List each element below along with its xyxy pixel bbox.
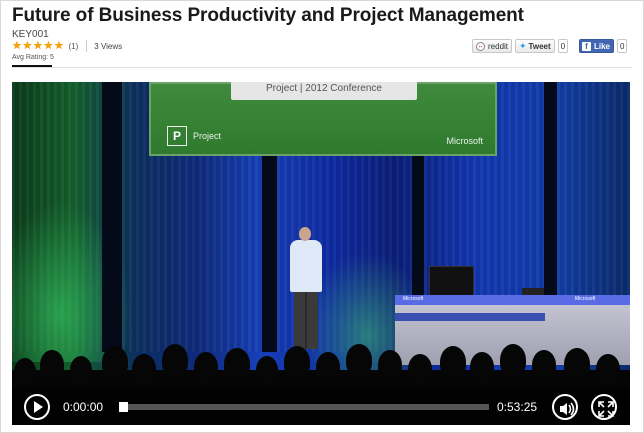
audience-head — [564, 348, 590, 380]
speaker-head — [299, 227, 311, 241]
stage-screen: Project | 2012 Conference P Project Micr… — [149, 82, 497, 156]
rating-stars[interactable]: ★ ★ ★ ★ ★ — [12, 41, 65, 52]
audience-head — [532, 350, 556, 380]
page-frame: Future of Business Productivity and Proj… — [0, 0, 644, 433]
audience-head — [102, 346, 128, 378]
facebook-like-button[interactable]: f Like — [579, 39, 615, 53]
screen-product: Project — [193, 131, 222, 141]
audience-head — [224, 348, 250, 380]
reddit-share: reddit — [472, 39, 513, 53]
audience-head — [470, 352, 494, 382]
reddit-alien-icon — [476, 41, 485, 51]
header-divider — [12, 67, 632, 68]
page-title: Future of Business Productivity and Proj… — [12, 5, 524, 26]
tweet-button[interactable]: ✦ Tweet — [515, 39, 555, 53]
fullscreen-icon — [598, 401, 614, 417]
like-label: Like — [594, 41, 611, 51]
fullscreen-button[interactable] — [591, 394, 617, 420]
audience-head — [162, 344, 188, 376]
audience-head — [132, 354, 156, 384]
stage-pillar — [102, 82, 122, 352]
reddit-label: reddit — [488, 41, 509, 51]
audience-head — [596, 354, 620, 384]
rating-count: (1) — [68, 41, 79, 51]
video-player[interactable]: Project | 2012 Conference P Project Micr… — [12, 82, 630, 425]
star-icon[interactable]: ★ — [33, 41, 43, 52]
star-icon[interactable]: ★ — [44, 41, 54, 52]
player-controls: 0:00:00 0:53:25 — [12, 387, 630, 425]
audience-head — [14, 358, 36, 386]
audience-head — [194, 352, 218, 382]
audience-head — [284, 346, 310, 378]
view-count: 3 Views — [94, 41, 123, 51]
star-icon[interactable]: ★ — [54, 41, 64, 52]
reddit-button[interactable]: reddit — [472, 39, 513, 53]
tweet-share: ✦ Tweet 0 — [515, 39, 569, 53]
duration: 0:53:25 — [497, 400, 538, 414]
audience-head — [346, 344, 372, 376]
tweet-label: Tweet — [528, 41, 551, 51]
star-icon[interactable]: ★ — [12, 41, 22, 52]
speaker-body — [290, 240, 322, 292]
podium-panel — [395, 313, 545, 321]
like-count: 0 — [617, 39, 628, 53]
twitter-bird-icon: ✦ — [519, 40, 527, 51]
current-time: 0:00:00 — [63, 400, 104, 414]
audience-head — [408, 354, 432, 384]
audience-head — [378, 350, 402, 380]
speaker-icon — [560, 402, 575, 416]
seek-handle[interactable] — [119, 402, 128, 412]
volume-button[interactable] — [552, 394, 578, 420]
audience-head — [70, 356, 92, 384]
audience-head — [440, 346, 466, 378]
session-code: KEY001 — [12, 29, 49, 40]
rating-row: ★ ★ ★ ★ ★ (1) 3 Views — [12, 40, 122, 52]
podium-brand-left: Microsoft — [403, 296, 424, 302]
screen-banner: Project | 2012 Conference — [231, 82, 417, 100]
project-logo-icon: P — [167, 126, 187, 146]
play-button[interactable] — [24, 394, 50, 420]
avg-rating-label: Avg Rating: 5 — [12, 54, 54, 61]
audience-head — [316, 352, 340, 382]
star-icon[interactable]: ★ — [23, 41, 33, 52]
screen-brand: Microsoft — [446, 136, 483, 146]
audience-head — [256, 356, 278, 384]
podium-brand-right: Microsoft — [575, 296, 596, 302]
seek-bar[interactable] — [120, 404, 489, 410]
tweet-count: 0 — [557, 39, 569, 53]
audience-head — [40, 350, 64, 380]
audience-head — [500, 344, 526, 376]
facebook-icon: f — [582, 41, 591, 51]
stage-monitor — [429, 266, 474, 296]
facebook-share: f Like 0 — [579, 39, 628, 53]
views-divider — [86, 40, 88, 52]
